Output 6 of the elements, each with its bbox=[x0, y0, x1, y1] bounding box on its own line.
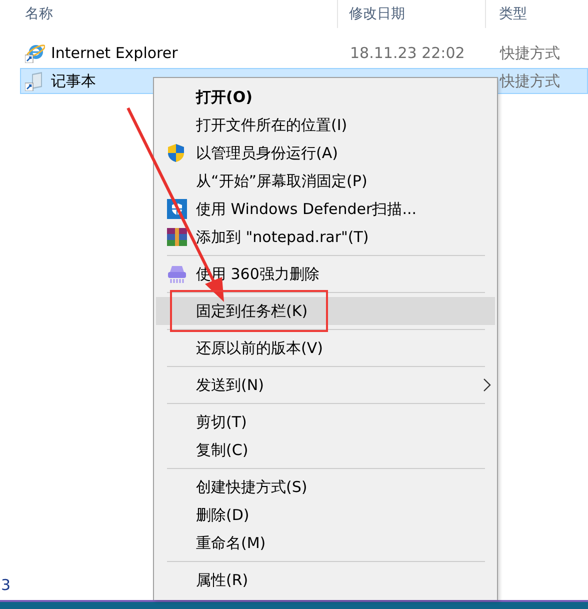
file-name: 记事本 bbox=[51, 72, 96, 90]
file-type: 快捷方式 bbox=[500, 44, 560, 62]
modified-date: 18.11.23 22:02 bbox=[350, 44, 465, 62]
file-name: Internet Explorer bbox=[51, 44, 178, 62]
file-type: 快捷方式 bbox=[500, 72, 560, 90]
status-text: 3 bbox=[1, 576, 11, 594]
